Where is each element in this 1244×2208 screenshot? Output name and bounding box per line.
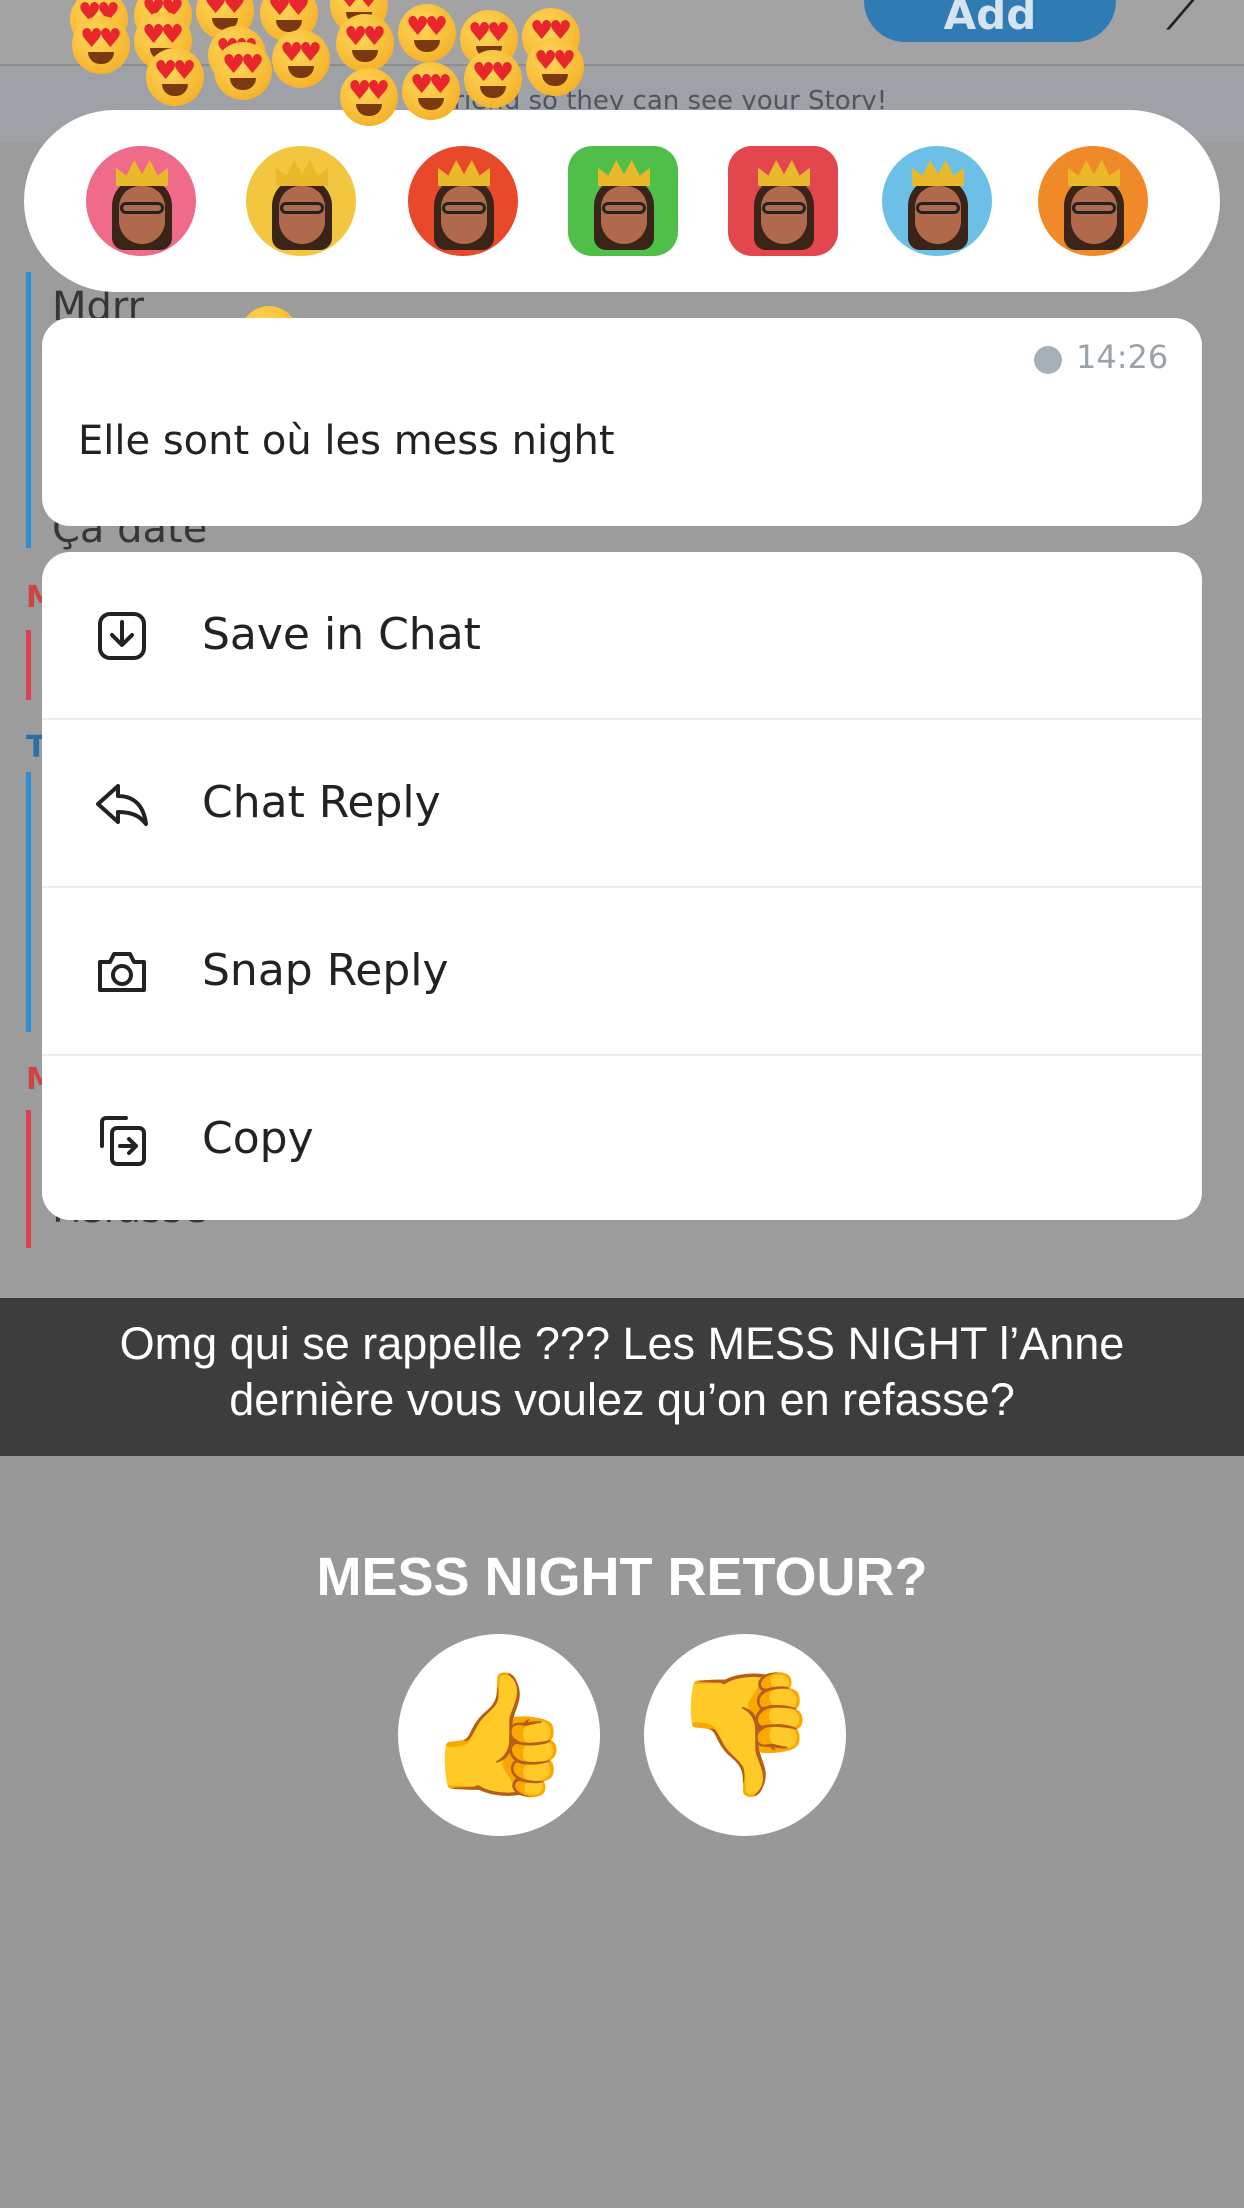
chat-bar-red: [26, 630, 31, 700]
thumbs-up-icon: 👍: [424, 1665, 574, 1804]
menu-item-label: Chat Reply: [202, 777, 441, 828]
message-text: Elle sont où les mess night: [78, 418, 615, 464]
add-friend-button[interactable]: Add: [864, 0, 1116, 42]
menu-item-chat-reply[interactable]: Chat Reply: [42, 720, 1202, 888]
reaction-sad[interactable]: [882, 146, 992, 256]
poll-title: MESS NIGHT RETOUR?: [316, 1547, 928, 1607]
reaction-bar: [24, 110, 1220, 292]
reaction-love[interactable]: [86, 146, 196, 256]
reaction-mind-blown[interactable]: [1038, 146, 1148, 256]
menu-item-save-in-chat[interactable]: Save in Chat: [42, 552, 1202, 720]
reply-arrow-icon: [96, 784, 148, 826]
chat-bar-blue: [26, 272, 31, 548]
menu-item-label: Save in Chat: [202, 609, 481, 660]
chat-bar-red: [26, 1110, 31, 1248]
menu-item-snap-reply[interactable]: Snap Reply: [42, 888, 1202, 1056]
thumbs-down-icon: 👎: [670, 1665, 820, 1804]
reaction-thumbs-down[interactable]: [728, 146, 838, 256]
reaction-thumbs-up[interactable]: [568, 146, 678, 256]
heart-eyes-emoji-icon: [336, 14, 394, 72]
menu-item-label: Copy: [202, 1113, 314, 1164]
reaction-fire[interactable]: [408, 146, 518, 256]
heart-eyes-emoji-icon: [398, 4, 456, 62]
edit-icon[interactable]: ⟋: [1166, 0, 1202, 43]
heart-eyes-emoji-icon: [402, 62, 460, 120]
heart-eyes-emoji-icon: [72, 16, 130, 74]
poll-no-button[interactable]: 👎: [644, 1634, 846, 1836]
heart-eyes-emoji-icon: [146, 48, 204, 106]
heart-eyes-emoji-icon: [214, 42, 272, 100]
context-menu: Save in Chat Chat Reply Snap Reply Copy: [42, 552, 1202, 1220]
heart-eyes-emoji-icon: [340, 68, 398, 126]
heart-eyes-emoji-icon: [272, 30, 330, 88]
poll-yes-button[interactable]: 👍: [398, 1634, 600, 1836]
camera-icon: [98, 952, 146, 992]
caption-text: Omg qui se rappelle ??? Les MESS NIGHT l…: [119, 1318, 1125, 1425]
menu-item-label: Snap Reply: [202, 945, 449, 996]
heart-eyes-emoji-icon: [464, 50, 522, 108]
chat-bar-blue: [26, 772, 31, 1032]
save-in-chat-icon: [98, 612, 146, 660]
reaction-laugh[interactable]: [246, 146, 356, 256]
status-dot-icon: [1034, 346, 1062, 374]
copy-icon: [100, 1116, 146, 1166]
message-time: 14:26: [1076, 338, 1169, 376]
menu-item-copy[interactable]: Copy: [42, 1056, 1202, 1220]
heart-eyes-emoji-icon: [526, 38, 584, 96]
